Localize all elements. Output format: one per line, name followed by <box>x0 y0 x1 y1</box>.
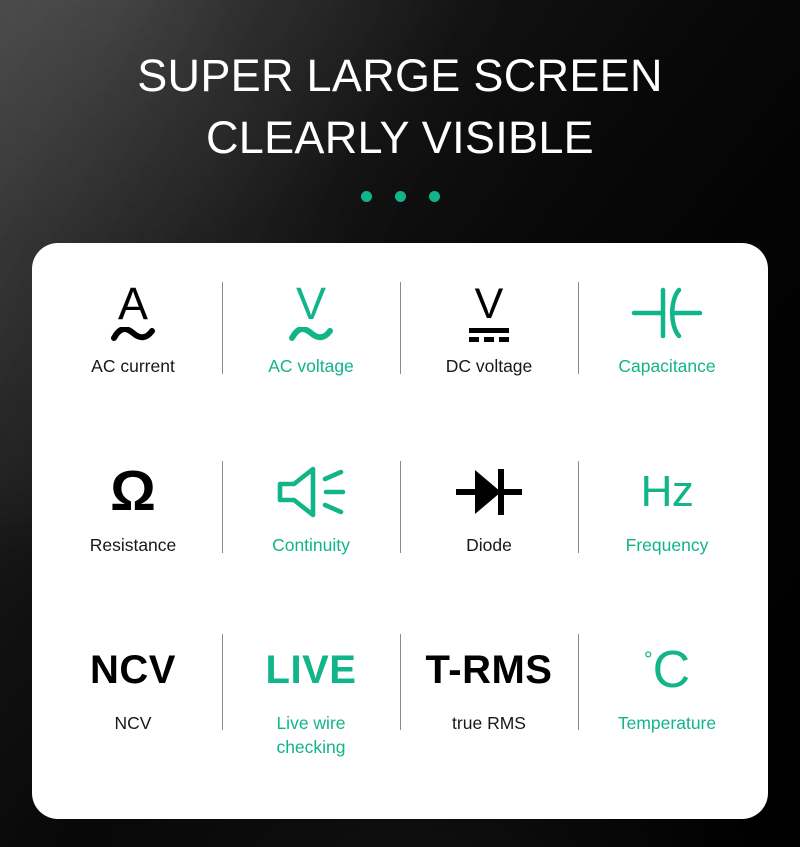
ac-voltage-symbol: V <box>295 278 326 329</box>
hz-symbol: Hz <box>640 466 694 516</box>
continuity-speaker-icon <box>273 458 349 526</box>
diode-icon <box>453 458 525 526</box>
temperature-icon: ° C <box>644 636 690 704</box>
dc-voltage-symbol: V <box>474 280 504 328</box>
dc-dashed-bar <box>469 337 509 342</box>
feature-continuity[interactable]: Continuity <box>222 444 400 623</box>
carousel-dot-3[interactable] <box>428 191 440 202</box>
dc-solid-bar <box>469 328 509 333</box>
feature-label: Resistance <box>89 534 177 555</box>
feature-ac-current[interactable]: A AC current <box>44 265 222 444</box>
feature-label: Continuity <box>272 534 350 555</box>
dc-voltage-icon: V <box>469 279 509 347</box>
ac-current-icon: A <box>111 279 155 347</box>
feature-diode[interactable]: Diode <box>400 444 578 623</box>
feature-label: Capacitance <box>618 356 716 376</box>
capacitance-icon <box>630 279 704 347</box>
feature-label: AC voltage <box>268 356 354 376</box>
feature-card: A AC current V AC voltage V DC voltage C… <box>32 243 768 819</box>
degree-celsius-symbol: ° C <box>643 641 691 700</box>
degree-sign: ° <box>643 647 653 673</box>
page-title: SUPER LARGE SCREEN CLEARLY VISIBLE <box>137 50 663 163</box>
feature-resistance[interactable]: Ω Resistance <box>44 444 222 623</box>
feature-true-rms[interactable]: T-RMS true RMS <box>400 622 578 801</box>
feature-label: NCV <box>114 713 152 734</box>
ncv-icon: NCV <box>90 636 176 704</box>
ac-current-symbol: A <box>117 278 148 329</box>
carousel-dot-1[interactable] <box>360 191 372 202</box>
feature-ncv[interactable]: NCV NCV <box>44 622 222 801</box>
carousel-dots[interactable] <box>0 191 800 202</box>
feature-label: Temperature <box>617 713 717 734</box>
feature-label: Frequency <box>625 534 709 555</box>
feature-live-wire[interactable]: LIVE Live wire checking <box>222 622 400 801</box>
live-symbol: LIVE <box>265 648 357 693</box>
resistance-ohm-icon: Ω <box>110 458 156 526</box>
feature-label: AC current <box>91 356 175 376</box>
true-rms-icon: T-RMS <box>426 636 553 704</box>
celsius-letter: C <box>652 641 691 700</box>
feature-label: true RMS <box>452 713 526 734</box>
feature-row-1: A AC current V AC voltage V DC voltage C… <box>44 265 756 444</box>
feature-capacitance[interactable]: Capacitance <box>578 265 756 444</box>
trms-symbol: T-RMS <box>425 648 553 693</box>
feature-label: Diode <box>466 534 512 555</box>
feature-frequency[interactable]: Hz Frequency <box>578 444 756 623</box>
ncv-symbol: NCV <box>90 648 176 693</box>
feature-label: Live wire checking <box>276 713 346 758</box>
feature-row-3: NCV NCV LIVE Live wire checking T-RMS tr… <box>44 622 756 801</box>
carousel-dot-2[interactable] <box>394 191 406 202</box>
frequency-hz-icon: Hz <box>641 458 694 526</box>
feature-row-2: Ω Resistance Continuity Diode Hz Frequen… <box>44 444 756 623</box>
feature-label: DC voltage <box>445 356 533 376</box>
live-wire-icon: LIVE <box>266 636 357 704</box>
feature-ac-voltage[interactable]: V AC voltage <box>222 265 400 444</box>
ac-voltage-icon: V <box>289 279 333 347</box>
feature-dc-voltage[interactable]: V DC voltage <box>400 265 578 444</box>
ohm-symbol: Ω <box>110 459 156 524</box>
feature-temperature[interactable]: ° C Temperature <box>578 622 756 801</box>
